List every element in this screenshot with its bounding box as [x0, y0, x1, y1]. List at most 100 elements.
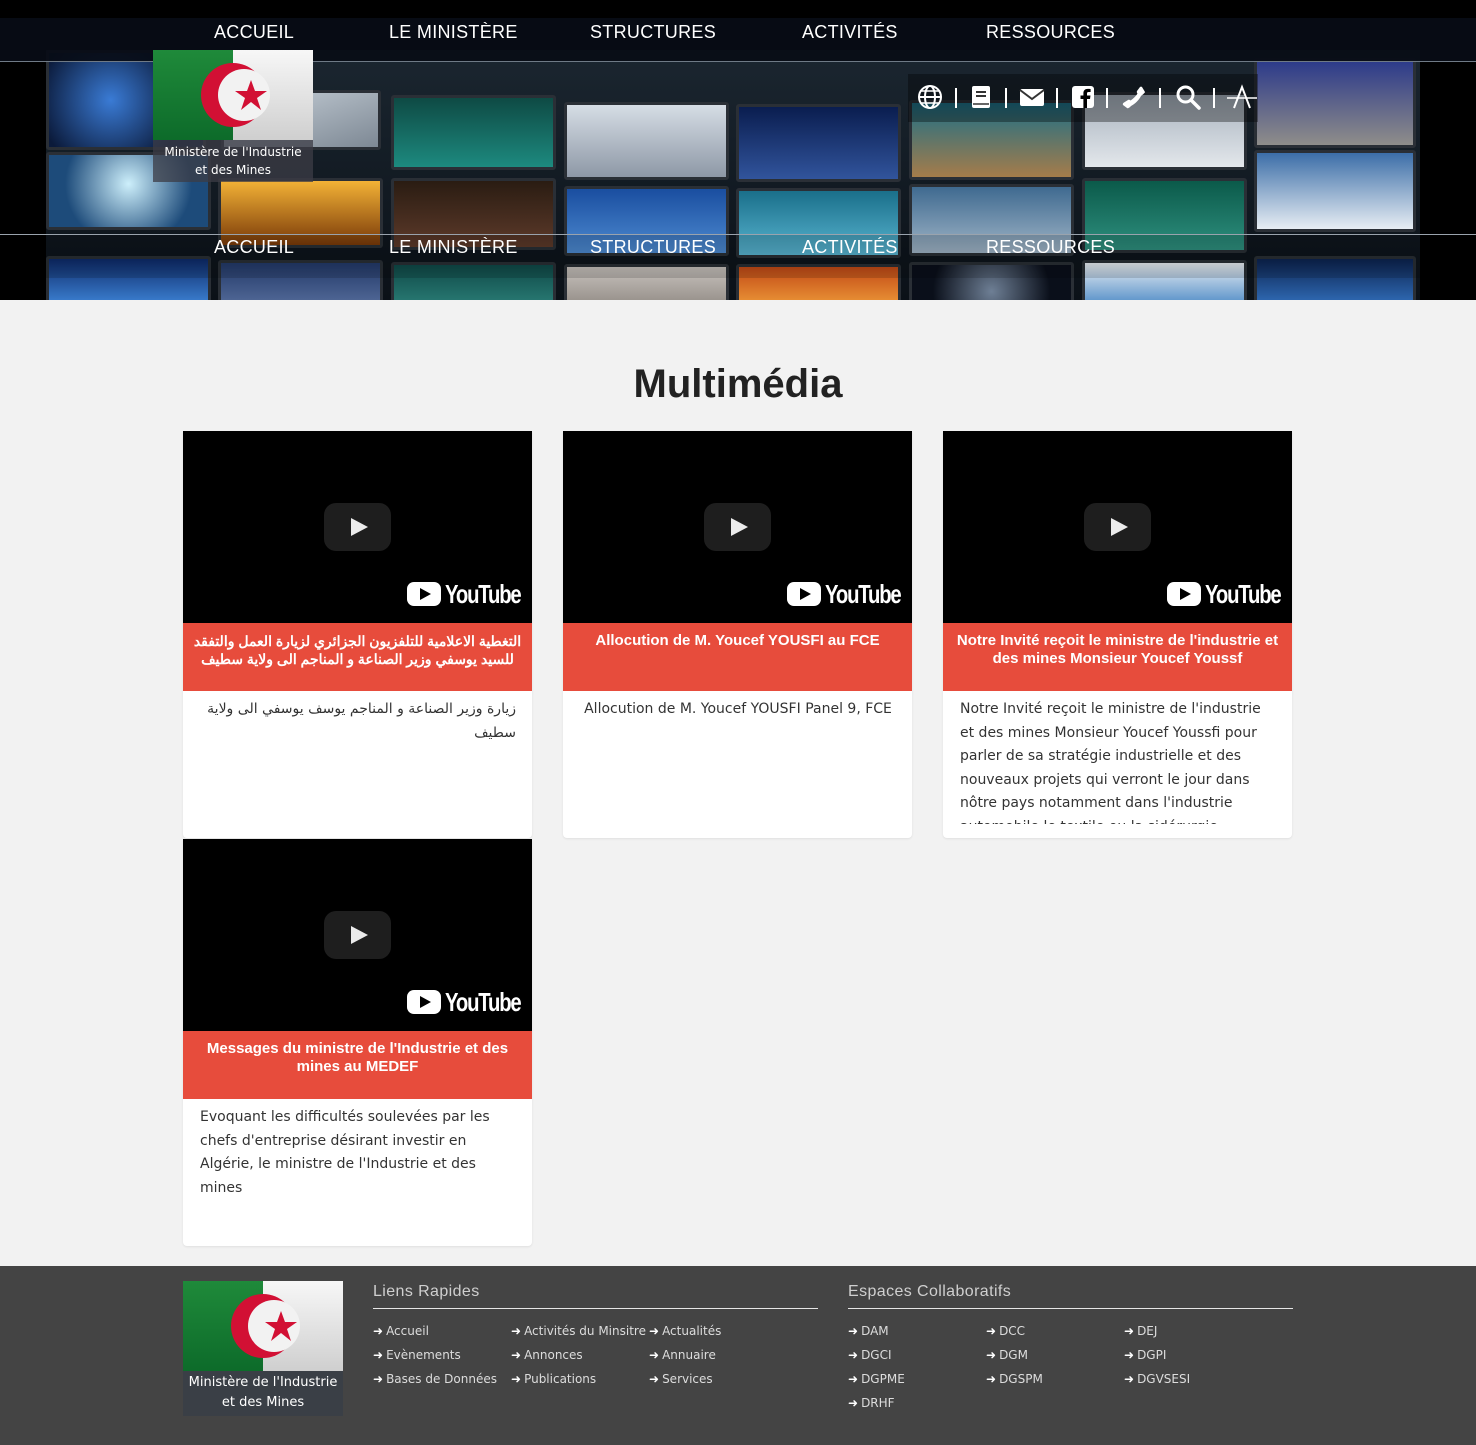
book-icon[interactable] [968, 84, 994, 110]
site-logo[interactable]: Ministère de l'Industrie et des Mines [153, 50, 313, 182]
banner-tile [391, 95, 556, 170]
card-description: Allocution de M. Youcef YOUSFI Panel 9, … [584, 701, 892, 717]
top-strip [0, 0, 1476, 18]
nav-activites[interactable]: ACTIVITÉS [802, 237, 898, 258]
footer-link[interactable]: ➜ DGVSESI [1124, 1372, 1190, 1386]
phone-icon[interactable] [1121, 84, 1147, 110]
arrow-right-icon: ➜ [848, 1372, 859, 1386]
play-icon[interactable] [324, 911, 391, 959]
arrow-right-icon: ➜ [511, 1348, 522, 1362]
youtube-logo[interactable]: YouTube [787, 579, 902, 609]
collab-section: Espaces Collaboratifs [848, 1283, 1293, 1309]
youtube-logo-text: YouTube [445, 987, 522, 1017]
youtube-logo-text: YouTube [1205, 579, 1282, 609]
card-description: Evoquant les difficultés soulevées par l… [200, 1109, 490, 1196]
nav-ressources[interactable]: RESSOURCES [986, 237, 1115, 258]
card-title[interactable]: Notre Invité reçoit le ministre de l'ind… [943, 623, 1292, 691]
youtube-video-player[interactable]: YouTube [183, 839, 532, 1031]
logo-caption-line2: et des Mines [195, 163, 271, 177]
footer-logo-caption: Ministère de l'Industrie et des Mines [183, 1371, 343, 1416]
arrow-right-icon: ➜ [848, 1324, 859, 1338]
site-header: ACCUEIL LE MINISTÈRE STRUCTURES ACTIVITÉ… [0, 0, 1476, 300]
play-icon[interactable] [324, 503, 391, 551]
card-title[interactable]: Allocution de M. Youcef YOUSFI au FCE [563, 623, 912, 691]
play-icon[interactable] [704, 503, 771, 551]
card-title[interactable]: التغطية الاعلامية للتلفزيون الجزائري لزي… [183, 623, 532, 691]
toolbar-separator [1159, 88, 1161, 108]
video-card: YouTube Allocution de M. Youcef YOUSFI a… [563, 431, 912, 838]
page-title: Multimédia [633, 362, 843, 406]
youtube-logo[interactable]: YouTube [1167, 579, 1282, 609]
footer-link[interactable]: ➜ DGPI [1124, 1348, 1166, 1362]
arrow-right-icon: ➜ [1124, 1348, 1135, 1362]
youtube-video-player[interactable]: YouTube [563, 431, 912, 623]
quick-links-section: Liens Rapides [373, 1283, 818, 1309]
youtube-video-player[interactable]: YouTube [183, 431, 532, 623]
banner-tile [564, 102, 729, 180]
footer-link[interactable]: ➜ DGSPM [986, 1372, 1043, 1386]
footer-link[interactable]: ➜ DGCI [848, 1348, 892, 1362]
footer-link[interactable]: ➜ Activités du Minsitre [511, 1324, 646, 1338]
footer-link[interactable]: ➜ DEJ [1124, 1324, 1157, 1338]
footer-link[interactable]: ➜ Annonces [511, 1348, 583, 1362]
nav-structures[interactable]: STRUCTURES [590, 22, 716, 43]
video-card: YouTube Notre Invité reçoit le ministre … [943, 431, 1292, 838]
banner-tile [736, 104, 901, 182]
toolbar-separator [1213, 88, 1215, 108]
footer-logo-caption-line1: Ministère de l'Industrie [188, 1375, 338, 1390]
nav-le-ministere[interactable]: LE MINISTÈRE [389, 237, 518, 258]
arrow-right-icon: ➜ [1124, 1372, 1135, 1386]
footer-link[interactable]: ➜ Evènements [373, 1348, 461, 1362]
logo-caption: Ministère de l'Industrie et des Mines [153, 140, 313, 182]
arrow-right-icon: ➜ [373, 1348, 384, 1362]
banner-tile [1254, 58, 1416, 148]
arrow-right-icon: ➜ [511, 1372, 522, 1386]
collab-heading: Espaces Collaboratifs [848, 1283, 1293, 1309]
nav-activites[interactable]: ACTIVITÉS [802, 22, 898, 43]
play-icon[interactable] [1084, 503, 1151, 551]
footer-link[interactable]: ➜ DGM [986, 1348, 1028, 1362]
footer-link[interactable]: ➜ Services [649, 1372, 713, 1386]
globe-icon[interactable] [917, 84, 943, 110]
toolbar-separator [955, 88, 957, 108]
footer-link[interactable]: ➜ Publications [511, 1372, 596, 1386]
arrow-right-icon: ➜ [373, 1372, 384, 1386]
arrow-right-icon: ➜ [649, 1324, 660, 1338]
secondary-navigation: ACCUEIL LE MINISTÈRE STRUCTURES ACTIVITÉ… [0, 234, 1476, 278]
nav-accueil[interactable]: ACCUEIL [214, 237, 294, 258]
footer-link[interactable]: ➜ DAM [848, 1324, 889, 1338]
video-card: YouTube Messages du ministre de l'Indust… [183, 839, 532, 1246]
footer-link[interactable]: ➜ Bases de Données [373, 1372, 497, 1386]
youtube-logo[interactable]: YouTube [407, 987, 522, 1017]
toolbar-separator [1005, 88, 1007, 108]
nav-ressources[interactable]: RESSOURCES [986, 22, 1115, 43]
youtube-logo-text: YouTube [825, 579, 902, 609]
card-description: زيارة وزير الصناعة و المناجم يوسف يوسفي … [207, 701, 516, 741]
nav-accueil[interactable]: ACCUEIL [214, 22, 294, 43]
facebook-icon[interactable] [1070, 84, 1096, 110]
youtube-video-player[interactable]: YouTube [943, 431, 1292, 623]
youtube-logo-text: YouTube [445, 579, 522, 609]
font-size-icon[interactable] [1226, 84, 1258, 110]
video-card: YouTube التغطية الاعلامية للتلفزيون الجز… [183, 431, 532, 838]
arrow-right-icon: ➜ [986, 1372, 997, 1386]
footer-link[interactable]: ➜ DRHF [848, 1396, 895, 1410]
footer-logo[interactable]: Ministère de l'Industrie et des Mines [183, 1281, 343, 1416]
card-title[interactable]: Messages du ministre de l'Industrie et d… [183, 1031, 532, 1099]
footer-link[interactable]: ➜ DCC [986, 1324, 1025, 1338]
nav-structures[interactable]: STRUCTURES [590, 237, 716, 258]
toolbar-separator [1056, 88, 1058, 108]
nav-le-ministere[interactable]: LE MINISTÈRE [389, 22, 518, 43]
footer-link[interactable]: ➜ Actualités [649, 1324, 721, 1338]
search-icon[interactable] [1175, 84, 1201, 110]
envelope-icon[interactable] [1019, 84, 1045, 110]
footer-link[interactable]: ➜ DGPME [848, 1372, 905, 1386]
youtube-logo[interactable]: YouTube [407, 579, 522, 609]
footer-link[interactable]: ➜ Annuaire [649, 1348, 716, 1362]
arrow-right-icon: ➜ [986, 1348, 997, 1362]
arrow-right-icon: ➜ [511, 1324, 522, 1338]
footer-link[interactable]: ➜ Accueil [373, 1324, 429, 1338]
quick-links-heading: Liens Rapides [373, 1283, 818, 1309]
toolbar-separator [1106, 88, 1108, 108]
algeria-flag-image [183, 1281, 343, 1371]
